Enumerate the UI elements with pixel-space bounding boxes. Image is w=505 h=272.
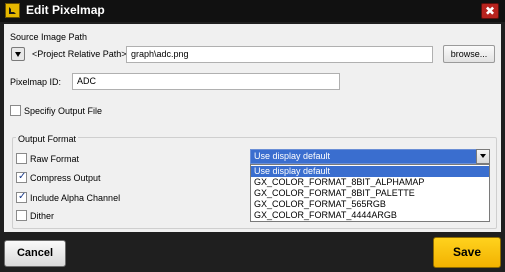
dither-checkbox[interactable] [16, 210, 27, 221]
pixelmap-id-label: Pixelmap ID: [10, 77, 62, 87]
dialog-title: Edit Pixelmap [26, 3, 105, 17]
raw-format-checkbox[interactable] [16, 153, 27, 164]
specify-output-file-checkbox[interactable] [10, 105, 21, 116]
source-image-path-label: Source Image Path [10, 32, 88, 42]
compress-output-label: Compress Output [30, 173, 101, 183]
path-prefix-label: <Project Relative Path> [32, 49, 127, 59]
color-format-option[interactable]: Use display default [251, 166, 489, 177]
color-format-dropdown-arrow[interactable] [476, 149, 490, 164]
output-format-label: Output Format [16, 134, 79, 144]
chevron-down-icon [480, 154, 486, 158]
edit-pixelmap-dialog: Edit Pixelmap ✖ Source Image Path <Proje… [0, 0, 505, 272]
include-alpha-channel-checkbox[interactable] [16, 191, 27, 203]
cancel-button[interactable]: Cancel [4, 240, 66, 267]
color-format-dropdown-list: Use display default GX_COLOR_FORMAT_8BIT… [250, 164, 490, 222]
color-format-selected-value: Use display default [254, 151, 331, 161]
color-format-option[interactable]: GX_COLOR_FORMAT_8BIT_ALPHAMAP [251, 177, 489, 188]
app-icon [5, 3, 20, 18]
color-format-option[interactable]: GX_COLOR_FORMAT_8BIT_PALETTE [251, 188, 489, 199]
chevron-down-icon [15, 52, 21, 57]
save-button[interactable]: Save [433, 237, 501, 268]
pixelmap-id-input[interactable]: ADC [72, 73, 340, 90]
close-button[interactable]: ✖ [481, 3, 499, 19]
dialog-footer: Cancel Save [0, 232, 505, 272]
browse-button[interactable]: browse... [443, 45, 495, 63]
dither-label: Dither [30, 211, 55, 221]
specify-output-file-label: Specifiy Output File [24, 106, 103, 116]
include-alpha-channel-label: Include Alpha Channel [30, 193, 121, 203]
compress-output-checkbox[interactable] [16, 171, 27, 183]
source-path-input[interactable]: graph\adc.png [126, 46, 433, 63]
color-format-select[interactable]: Use display default [250, 149, 490, 164]
raw-format-label: Raw Format [30, 154, 80, 164]
path-type-dropdown-button[interactable] [11, 47, 25, 61]
color-format-option[interactable]: GX_COLOR_FORMAT_4444ARGB [251, 210, 489, 221]
color-format-option[interactable]: GX_COLOR_FORMAT_565RGB [251, 199, 489, 210]
dialog-body: Source Image Path <Project Relative Path… [4, 24, 501, 232]
title-bar: Edit Pixelmap ✖ [0, 0, 505, 22]
